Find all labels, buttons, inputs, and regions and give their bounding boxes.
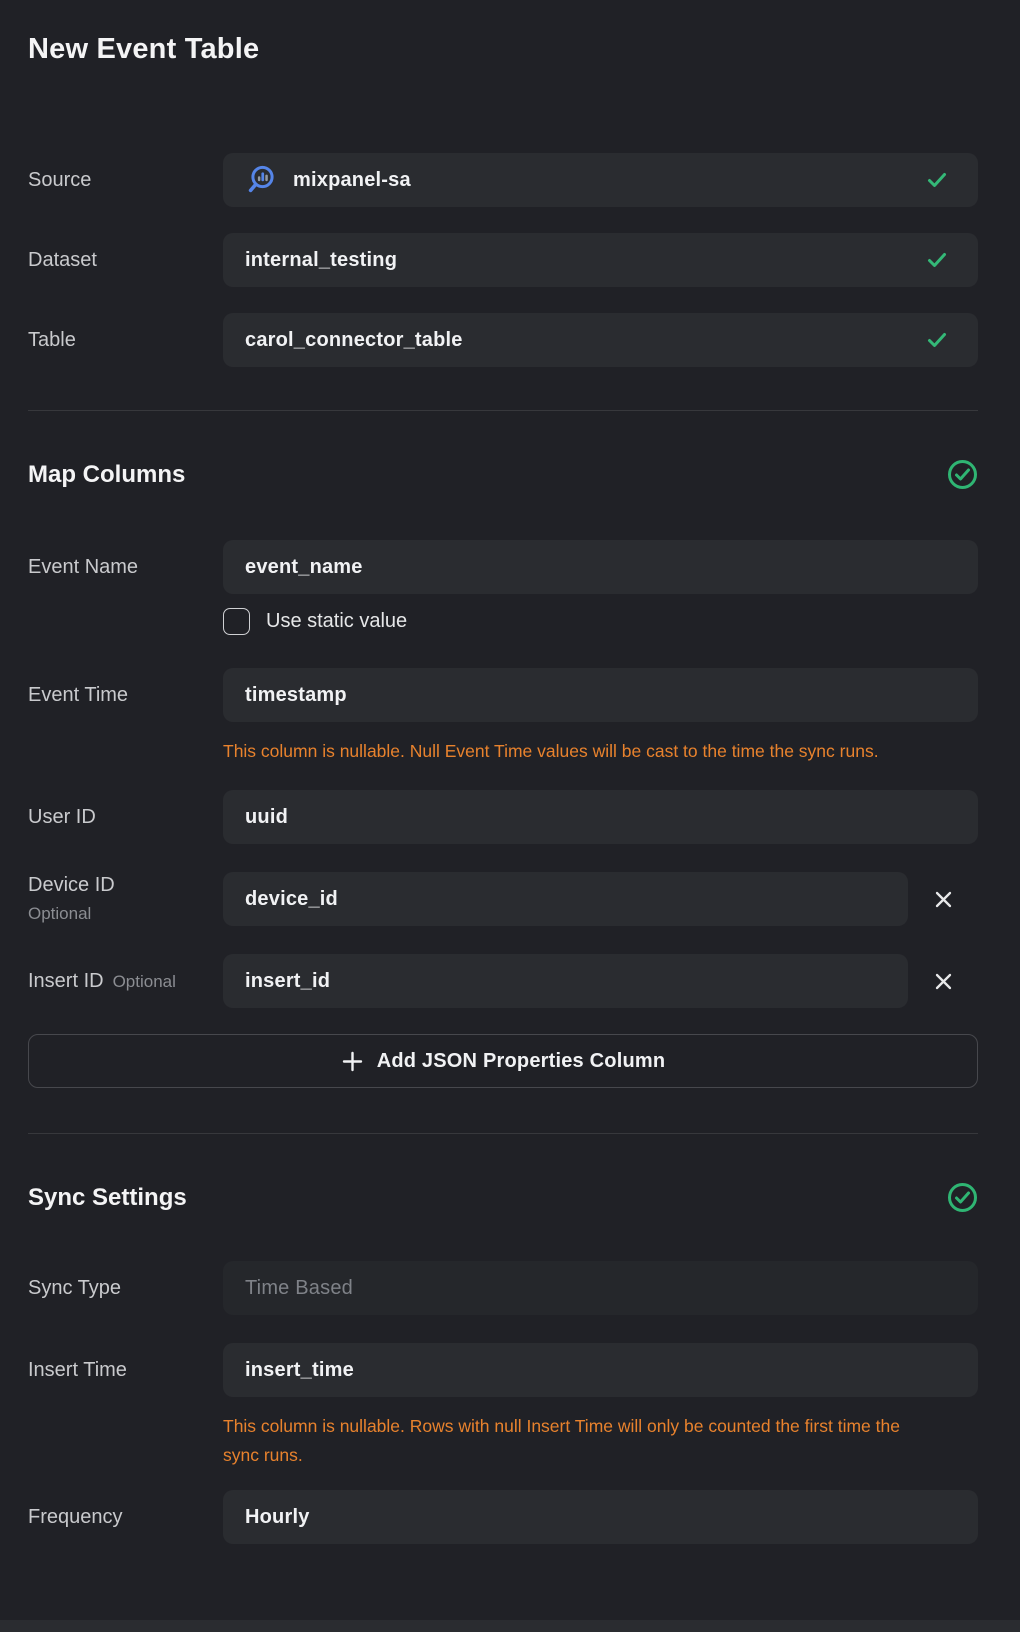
device-id-label: Device ID — [28, 874, 223, 897]
event-time-value: timestamp — [245, 684, 347, 707]
mixpanel-source-icon — [245, 164, 277, 196]
insert-time-nullable-warning: This column is nullable. Rows with null … — [223, 1412, 918, 1470]
event-time-field[interactable]: timestamp — [223, 668, 978, 722]
dataset-value: internal_testing — [245, 249, 397, 272]
sync-settings-section-head: Sync Settings — [28, 1182, 978, 1213]
user-id-value: uuid — [245, 806, 288, 829]
add-json-properties-column-button[interactable]: Add JSON Properties Column — [28, 1034, 978, 1088]
insert-id-remove-button[interactable] — [929, 967, 958, 996]
source-label: Source — [28, 169, 223, 192]
insert-time-row: Insert Time insert_time — [28, 1343, 978, 1397]
add-json-properties-column-label: Add JSON Properties Column — [377, 1050, 666, 1073]
section-divider-2 — [28, 1133, 978, 1134]
bottom-bar — [0, 1620, 1020, 1632]
insert-id-label: Insert ID — [28, 970, 104, 992]
map-columns-complete-icon — [947, 459, 978, 490]
event-name-row: Event Name event_name — [28, 540, 978, 594]
source-row: Source mixpanel-sa — [28, 153, 978, 207]
device-id-remove-zone — [908, 885, 978, 914]
sync-type-value: Time Based — [245, 1277, 353, 1300]
frequency-field[interactable]: Hourly — [223, 1490, 978, 1544]
map-columns-section-head: Map Columns — [28, 459, 978, 490]
frequency-value: Hourly — [245, 1506, 310, 1529]
event-name-value: event_name — [245, 556, 363, 579]
user-id-field[interactable]: uuid — [223, 790, 978, 844]
device-id-field[interactable]: device_id — [223, 872, 908, 926]
dataset-field[interactable]: internal_testing — [223, 233, 978, 287]
insert-id-remove-zone — [908, 967, 978, 996]
insert-id-label-block: Insert ID Optional — [28, 970, 223, 993]
insert-id-value: insert_id — [245, 970, 330, 993]
event-time-label: Event Time — [28, 684, 223, 707]
device-id-remove-button[interactable] — [929, 885, 958, 914]
plus-icon — [341, 1050, 364, 1073]
insert-id-optional-label: Optional — [113, 972, 176, 991]
insert-id-field[interactable]: insert_id — [223, 954, 908, 1008]
use-static-value-label: Use static value — [266, 610, 407, 633]
frequency-label: Frequency — [28, 1506, 223, 1529]
user-id-label: User ID — [28, 806, 223, 829]
use-static-value-checkbox[interactable] — [223, 608, 250, 635]
table-label: Table — [28, 329, 223, 352]
event-name-label: Event Name — [28, 556, 223, 579]
source-valid-check-icon — [926, 171, 948, 189]
frequency-row: Frequency Hourly — [28, 1490, 978, 1544]
dataset-row: Dataset internal_testing — [28, 233, 978, 287]
table-field[interactable]: carol_connector_table — [223, 313, 978, 367]
new-event-table-form: New Event Table Source mixpanel-sa Datas… — [0, 0, 1020, 1544]
sync-settings-complete-icon — [947, 1182, 978, 1213]
sync-type-label: Sync Type — [28, 1277, 223, 1300]
device-id-label-block: Device ID Optional — [28, 874, 223, 924]
source-field[interactable]: mixpanel-sa — [223, 153, 978, 207]
static-value-row: Use static value — [223, 607, 978, 635]
insert-time-label: Insert Time — [28, 1359, 223, 1382]
insert-id-row: Insert ID Optional insert_id — [28, 954, 978, 1008]
dataset-valid-check-icon — [926, 251, 948, 269]
table-row: Table carol_connector_table — [28, 313, 978, 367]
event-time-nullable-warning: This column is nullable. Null Event Time… — [223, 737, 918, 766]
sync-settings-heading: Sync Settings — [28, 1183, 187, 1213]
device-id-row: Device ID Optional device_id — [28, 872, 978, 926]
event-time-row: Event Time timestamp — [28, 668, 978, 722]
sync-type-row: Sync Type Time Based — [28, 1261, 978, 1315]
user-id-row: User ID uuid — [28, 790, 978, 844]
table-valid-check-icon — [926, 331, 948, 349]
source-value: mixpanel-sa — [293, 169, 411, 192]
insert-time-field[interactable]: insert_time — [223, 1343, 978, 1397]
page-title: New Event Table — [28, 33, 978, 65]
table-value: carol_connector_table — [245, 329, 463, 352]
device-id-value: device_id — [245, 888, 338, 911]
insert-time-value: insert_time — [245, 1359, 354, 1382]
section-divider — [28, 410, 978, 411]
dataset-label: Dataset — [28, 249, 223, 272]
sync-type-field: Time Based — [223, 1261, 978, 1315]
map-columns-heading: Map Columns — [28, 460, 185, 490]
event-name-field[interactable]: event_name — [223, 540, 978, 594]
device-id-optional-label: Optional — [28, 904, 223, 924]
